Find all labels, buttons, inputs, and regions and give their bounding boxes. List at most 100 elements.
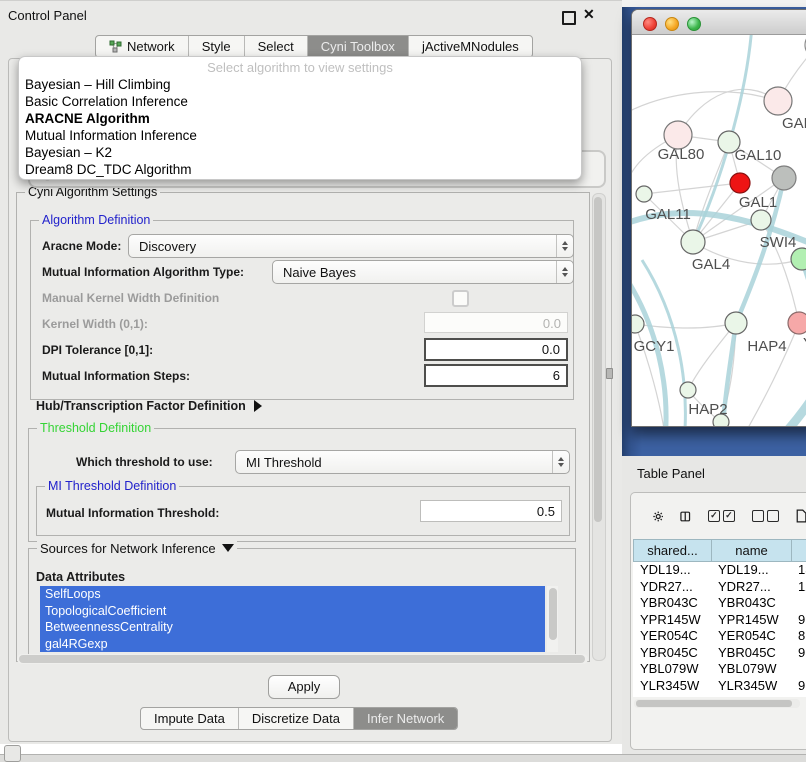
- table-cell: YDL19...: [633, 562, 711, 579]
- network-node[interactable]: [764, 87, 792, 115]
- algorithm-dropdown-placeholder: Select algorithm to view settings: [19, 59, 581, 76]
- algorithm-option[interactable]: Bayesian – K2: [19, 144, 581, 161]
- control-panel-titlebar: Control Panel ✕: [0, 0, 622, 31]
- manual-kernel-checkbox[interactable]: [452, 290, 469, 307]
- mi-threshold-field[interactable]: 0.5: [420, 500, 562, 522]
- attribute-list-item[interactable]: BetweennessCentrality: [40, 619, 545, 636]
- table-column-header[interactable]: [791, 539, 806, 562]
- table-row[interactable]: YIL052CYIL052C9.: [633, 694, 806, 697]
- minimize-traffic-light-icon[interactable]: [665, 17, 679, 31]
- kernel-width-field[interactable]: 0.0: [424, 312, 568, 333]
- tab-select[interactable]: Select: [245, 36, 308, 57]
- attributes-scrollbar-thumb[interactable]: [549, 588, 557, 640]
- mi-type-combobox[interactable]: Naive Bayes: [272, 260, 574, 284]
- network-window-titlebar[interactable]: [632, 10, 806, 35]
- hub-disclosure[interactable]: Hub/Transcription Factor Definition: [36, 399, 262, 413]
- tab-label: jActiveMNodules: [422, 39, 519, 54]
- data-attributes-list[interactable]: SelfLoopsTopologicalCoefficientBetweenne…: [40, 586, 545, 652]
- aracne-mode-combobox[interactable]: Discovery: [128, 234, 574, 258]
- tab-network[interactable]: Network: [96, 36, 189, 57]
- network-node[interactable]: [664, 121, 692, 149]
- checked-boxes-icon[interactable]: ✓✓: [708, 510, 735, 522]
- network-node[interactable]: [788, 312, 806, 334]
- sources-title[interactable]: Sources for Network Inference: [37, 541, 237, 556]
- tab-infer-network[interactable]: Infer Network: [354, 708, 457, 729]
- table-row[interactable]: YDL19...YDL19...13: [633, 562, 806, 579]
- attribute-list-item[interactable]: gal4RGexp: [40, 636, 545, 653]
- table-cell: YPR145W: [633, 612, 711, 629]
- algorithm-dropdown-popup: Select algorithm to view settings Bayesi…: [18, 56, 582, 180]
- settings-scrollbar-thumb[interactable]: [594, 197, 602, 522]
- minimized-panel-icon[interactable]: [4, 745, 21, 762]
- table-column-header[interactable]: name: [711, 539, 791, 562]
- tab-discretize-data[interactable]: Discretize Data: [239, 708, 354, 729]
- horizontal-scrollbar-thumb[interactable]: [19, 655, 585, 663]
- table-panel-title: Table Panel: [637, 466, 705, 481]
- attributes-list-scrollbar[interactable]: [547, 586, 558, 652]
- attribute-list-item[interactable]: SelfLoops: [40, 586, 545, 603]
- tab-cyni-toolbox[interactable]: Cyni Toolbox: [308, 36, 409, 57]
- splitter-handle[interactable]: [606, 368, 613, 379]
- screenshot-root: Control Panel ✕ NetworkStyle Select Cyni T…: [0, 0, 806, 762]
- table-horizontal-scrollbar[interactable]: [634, 699, 800, 708]
- dpi-tolerance-label: DPI Tolerance [0,1]:: [42, 343, 153, 357]
- float-icon[interactable]: [562, 11, 576, 25]
- network-node-label: GAL80: [658, 146, 705, 163]
- network-node[interactable]: [751, 210, 771, 230]
- tab-style[interactable]: Style: [189, 36, 245, 57]
- table-cell: YBR045C: [633, 645, 711, 662]
- table-column-header[interactable]: shared...: [633, 539, 711, 562]
- table-cell: [791, 661, 806, 678]
- network-node[interactable]: [680, 382, 696, 398]
- network-node[interactable]: [636, 186, 652, 202]
- table-cell: YIL052C: [711, 694, 791, 697]
- table-panel-body: ✓✓ shared...name YDL19...YDL19...13YDR27…: [630, 492, 806, 750]
- dpi-tolerance-field[interactable]: 0.0: [424, 338, 568, 361]
- mi-steps-label: Mutual Information Steps:: [42, 369, 190, 383]
- apply-button[interactable]: Apply: [268, 675, 340, 699]
- table-row[interactable]: YBR045CYBR045C9.: [633, 645, 806, 662]
- algorithm-option[interactable]: Dream8 DC_TDC Algorithm: [19, 161, 581, 178]
- network-node[interactable]: [725, 312, 747, 334]
- algorithm-option[interactable]: Basic Correlation Inference: [19, 93, 581, 110]
- unchecked-boxes-icon[interactable]: [752, 510, 779, 522]
- network-node-label: HAP2: [688, 401, 727, 418]
- gear-icon[interactable]: [653, 508, 663, 525]
- network-node[interactable]: [791, 248, 806, 270]
- table-row[interactable]: YER054CYER054C8.: [633, 628, 806, 645]
- network-node[interactable]: [730, 173, 750, 193]
- close-traffic-light-icon[interactable]: [643, 17, 657, 31]
- mi-steps-field[interactable]: 6: [424, 364, 568, 387]
- which-threshold-combobox[interactable]: MI Threshold: [235, 450, 570, 474]
- table-row[interactable]: YLR345WYLR345W9.: [633, 678, 806, 695]
- table-row[interactable]: YPR145WYPR145W9.: [633, 612, 806, 629]
- document-icon[interactable]: [796, 505, 806, 527]
- table-row[interactable]: YBR043CYBR043C: [633, 595, 806, 612]
- network-node-labels: GALGAL80GAL10GAL1GAL11SWI4GAL4GCY1HAP4YH…: [634, 115, 806, 418]
- columns-icon[interactable]: [680, 508, 690, 525]
- network-node[interactable]: [632, 315, 644, 333]
- close-icon[interactable]: ✕: [583, 6, 595, 23]
- tab-jactivemnodules[interactable]: jActiveMNodules: [409, 36, 532, 57]
- algorithm-option[interactable]: ARACNE Algorithm: [19, 110, 581, 127]
- table-cell: 9.: [791, 694, 806, 697]
- tab-label: Select: [258, 39, 294, 54]
- table-scrollbar-thumb[interactable]: [636, 700, 792, 707]
- network-node[interactable]: [681, 230, 705, 254]
- algorithm-option[interactable]: Bayesian – Hill Climbing: [19, 76, 581, 93]
- table-cell: YDL19...: [711, 562, 791, 579]
- settings-vertical-scrollbar[interactable]: [592, 193, 606, 661]
- table-row[interactable]: YBL079WYBL079W: [633, 661, 806, 678]
- table-cell: YDR27...: [711, 579, 791, 596]
- table-row[interactable]: YDR27...YDR27...12: [633, 579, 806, 596]
- zoom-traffic-light-icon[interactable]: [687, 17, 701, 31]
- attribute-list-item[interactable]: TopologicalCoefficient: [40, 603, 545, 620]
- algorithm-option[interactable]: Mutual Information Inference: [19, 127, 581, 144]
- network-icon: [109, 40, 122, 53]
- tab-impute-data[interactable]: Impute Data: [141, 708, 239, 729]
- network-view-window[interactable]: GALGAL80GAL10GAL1GAL11SWI4GAL4GCY1HAP4YH…: [631, 9, 806, 427]
- settings-horizontal-scrollbar[interactable]: [17, 654, 588, 664]
- which-threshold-value: MI Threshold: [236, 455, 552, 470]
- network-node[interactable]: [772, 166, 796, 190]
- network-canvas[interactable]: GALGAL80GAL10GAL1GAL11SWI4GAL4GCY1HAP4YH…: [632, 35, 806, 427]
